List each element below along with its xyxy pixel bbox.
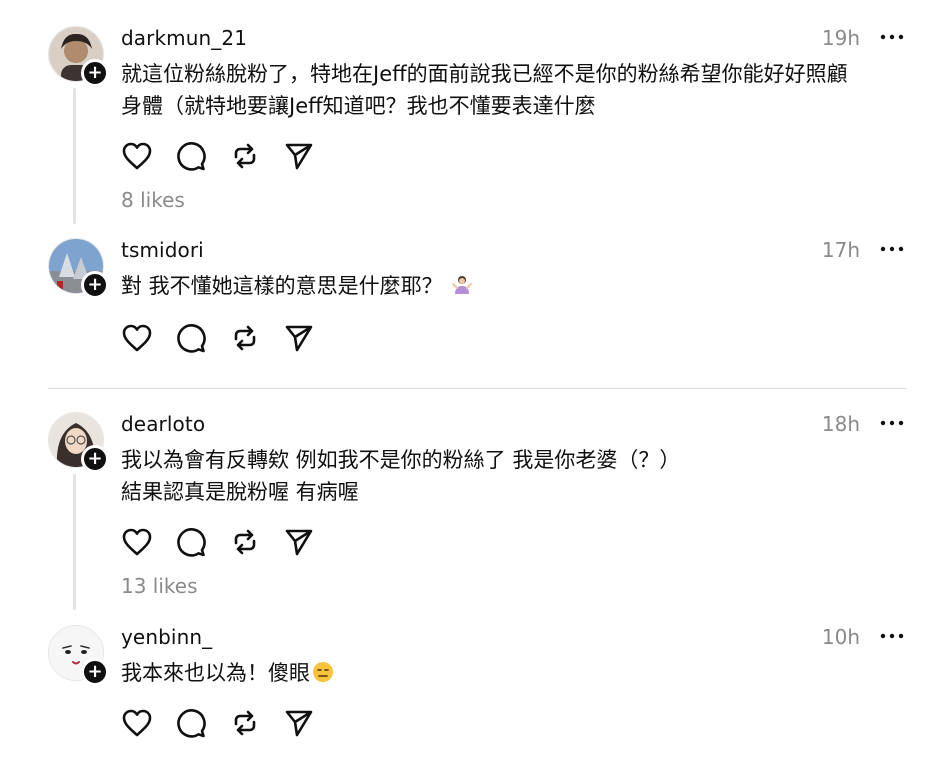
timestamp[interactable]: 10h — [822, 625, 860, 649]
send-icon[interactable] — [283, 707, 315, 739]
comment-bubble-icon[interactable] — [175, 526, 207, 558]
comment-text-line: 就這位粉絲脫粉了，特地在Jeff的面前說我已經不是你的粉絲希望你能好好照顧 — [121, 62, 848, 86]
comments-feed: + darkmun_21 19h 就這位粉絲脫粉了，特地在Jeff的面前說我已經… — [0, 0, 939, 769]
more-horizontal-icon[interactable] — [880, 29, 904, 45]
follow-plus-icon[interactable]: + — [81, 658, 109, 686]
avatar-wrap[interactable]: + — [48, 625, 109, 686]
comment-bubble-icon[interactable] — [175, 707, 207, 739]
username[interactable]: yenbinn_ — [121, 625, 212, 649]
comment-text-line: 結果認真是脫粉喔 有病喔 — [121, 480, 359, 504]
heart-icon[interactable] — [121, 707, 153, 739]
comment-text: 對 我不懂她這樣的意思是什麼耶？ — [121, 270, 911, 305]
timestamp[interactable]: 18h — [822, 412, 860, 436]
more-horizontal-icon[interactable] — [880, 415, 904, 431]
more-horizontal-icon[interactable] — [880, 628, 904, 644]
thread-line — [73, 474, 76, 610]
heart-icon[interactable] — [121, 526, 153, 558]
follow-plus-icon[interactable]: + — [81, 271, 109, 299]
comment-text-line: 我以為會有反轉欸 例如我不是你的粉絲了 我是你老婆（？） — [121, 448, 681, 472]
send-icon[interactable] — [283, 526, 315, 558]
repost-icon[interactable] — [229, 322, 261, 354]
comment-text-line: 我本來也以為！傻眼 — [121, 657, 911, 692]
comment-bubble-icon[interactable] — [175, 140, 207, 172]
comment-text-content: 我本來也以為！傻眼 — [121, 661, 310, 685]
follow-plus-icon[interactable]: + — [81, 445, 109, 473]
timestamp[interactable]: 17h — [822, 238, 860, 262]
avatar-wrap[interactable]: + — [48, 412, 109, 473]
thread-line — [73, 88, 76, 224]
likes-count[interactable]: 13 likes — [121, 574, 198, 598]
action-bar — [121, 322, 337, 354]
action-bar — [121, 526, 337, 558]
thread-divider — [48, 388, 907, 389]
timestamp[interactable]: 19h — [822, 26, 860, 50]
comment-text-line: 對 我不懂她這樣的意思是什麼耶？ — [121, 270, 911, 305]
repost-icon[interactable] — [229, 526, 261, 558]
action-bar — [121, 707, 337, 739]
username[interactable]: tsmidori — [121, 238, 204, 262]
comment-text-content: 對 我不懂她這樣的意思是什麼耶？ — [121, 274, 443, 298]
username[interactable]: dearloto — [121, 412, 205, 436]
action-bar — [121, 140, 337, 172]
send-icon[interactable] — [283, 140, 315, 172]
heart-icon[interactable] — [121, 140, 153, 172]
send-icon[interactable] — [283, 322, 315, 354]
username[interactable]: darkmun_21 — [121, 26, 247, 50]
more-horizontal-icon[interactable] — [880, 241, 904, 257]
avatar-wrap[interactable]: + — [48, 26, 109, 87]
comment-bubble-icon[interactable] — [175, 322, 207, 354]
repost-icon[interactable] — [229, 707, 261, 739]
heart-icon[interactable] — [121, 322, 153, 354]
comment-text-line: 身體（就特地要讓Jeff知道吧？我也不懂要表達什麼 — [121, 94, 596, 118]
expressionless-face-emoji — [312, 660, 334, 692]
comment-text: 就這位粉絲脫粉了，特地在Jeff的面前說我已經不是你的粉絲希望你能好好照顧 身體… — [121, 58, 911, 122]
person-shrugging-emoji — [451, 273, 473, 305]
follow-plus-icon[interactable]: + — [81, 59, 109, 87]
avatar-wrap[interactable]: + — [48, 238, 109, 299]
comment-text: 我以為會有反轉欸 例如我不是你的粉絲了 我是你老婆（？） 結果認真是脫粉喔 有病… — [121, 444, 911, 508]
comment-text: 我本來也以為！傻眼 — [121, 657, 911, 692]
likes-count[interactable]: 8 likes — [121, 188, 185, 212]
repost-icon[interactable] — [229, 140, 261, 172]
